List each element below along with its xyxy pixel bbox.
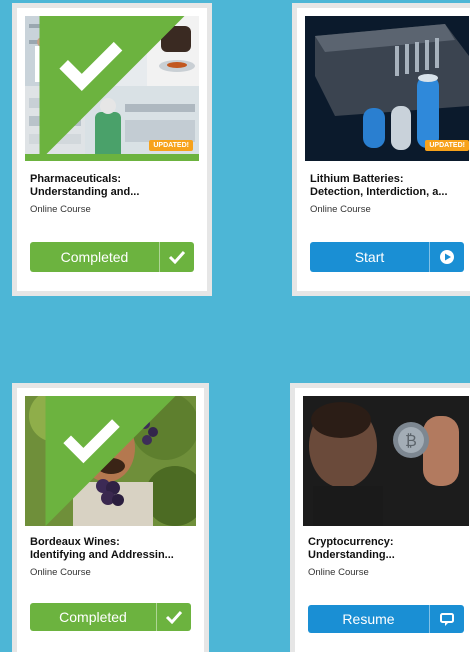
course-title[interactable]: Cryptocurrency: Understanding... <box>308 536 467 562</box>
course-thumbnail[interactable]: UPDATED! <box>25 16 199 161</box>
button-label: Completed <box>59 609 127 625</box>
updated-badge: UPDATED! <box>425 140 469 151</box>
course-thumbnail[interactable]: UPDATED! <box>305 16 469 161</box>
resume-button[interactable]: Resume <box>308 605 464 633</box>
resume-icon <box>429 605 464 633</box>
course-card-cryptocurrency[interactable]: ₿ Cryptocurrency: Understanding... Onlin… <box>295 388 470 652</box>
completed-button[interactable]: Completed <box>30 242 194 272</box>
start-button[interactable]: Start <box>310 242 464 272</box>
course-card-bordeaux-wines[interactable]: Bordeaux Wines: Identifying and Addressi… <box>17 388 204 652</box>
check-icon <box>156 603 191 631</box>
play-circle-icon <box>429 242 464 272</box>
course-thumbnail[interactable]: ₿ <box>303 396 469 526</box>
button-label: Resume <box>342 611 395 627</box>
course-type: Online Course <box>30 567 91 578</box>
course-type: Online Course <box>310 204 371 215</box>
button-label: Completed <box>60 249 129 265</box>
check-icon <box>159 242 194 272</box>
completed-corner-flag <box>45 396 176 526</box>
course-title[interactable]: Lithium Batteries: Detection, Interdicti… <box>310 173 467 199</box>
course-type: Online Course <box>30 204 91 215</box>
course-thumbnail[interactable] <box>25 396 196 526</box>
bitcoin-image: ₿ <box>303 396 469 526</box>
svg-text:₿: ₿ <box>405 431 417 450</box>
course-title[interactable]: Bordeaux Wines: Identifying and Addressi… <box>30 536 194 562</box>
course-card-lithium-batteries[interactable]: UPDATED! Lithium Batteries: Detection, I… <box>297 8 470 291</box>
button-label: Start <box>354 249 385 265</box>
course-type: Online Course <box>308 567 369 578</box>
completed-button[interactable]: Completed <box>30 603 191 631</box>
updated-badge: UPDATED! <box>149 140 193 151</box>
course-title[interactable]: Pharmaceuticals: Understanding and... <box>30 173 197 199</box>
course-card-pharmaceuticals[interactable]: UPDATED! Pharmaceuticals: Understanding … <box>17 8 207 291</box>
